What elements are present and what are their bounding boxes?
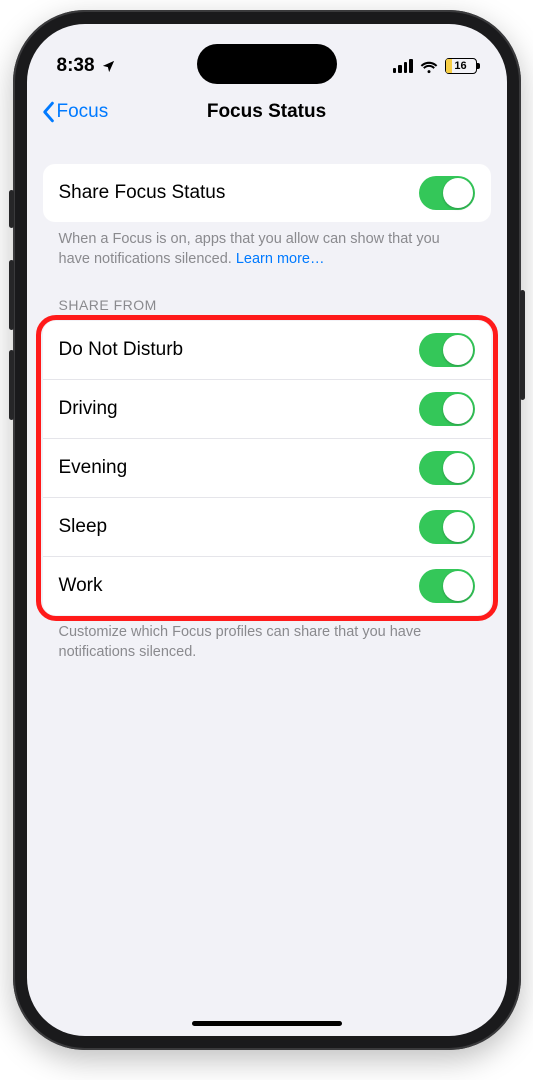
do-not-disturb-toggle[interactable] xyxy=(419,333,475,367)
share-from-row-do-not-disturb[interactable]: Do Not Disturb xyxy=(43,321,491,379)
share-from-label: Do Not Disturb xyxy=(59,339,184,361)
power-button xyxy=(520,290,525,400)
evening-toggle[interactable] xyxy=(419,451,475,485)
share-from-group: Do Not Disturb Driving Evening Slee xyxy=(43,321,491,615)
share-focus-status-row[interactable]: Share Focus Status xyxy=(43,164,491,222)
share-focus-status-footer: When a Focus is on, apps that you allow … xyxy=(43,222,491,269)
learn-more-link[interactable]: Learn more… xyxy=(236,251,325,267)
status-time: 8:38 xyxy=(57,55,95,77)
dynamic-island xyxy=(197,44,337,84)
home-indicator[interactable] xyxy=(192,1021,342,1026)
battery-percent: 16 xyxy=(446,60,476,72)
volume-down-button xyxy=(9,350,14,420)
back-button[interactable]: Focus xyxy=(41,101,207,123)
nav-header: Focus Focus Status xyxy=(27,88,507,136)
share-from-label: Driving xyxy=(59,398,118,420)
share-from-row-evening[interactable]: Evening xyxy=(43,438,491,497)
share-from-row-work[interactable]: Work xyxy=(43,556,491,615)
work-toggle[interactable] xyxy=(419,569,475,603)
share-focus-status-toggle[interactable] xyxy=(419,176,475,210)
share-focus-status-group: Share Focus Status xyxy=(43,164,491,222)
share-from-label: Work xyxy=(59,575,103,597)
sleep-toggle[interactable] xyxy=(419,510,475,544)
share-from-row-sleep[interactable]: Sleep xyxy=(43,497,491,556)
volume-up-button xyxy=(9,260,14,330)
back-label: Focus xyxy=(57,101,109,123)
share-from-row-driving[interactable]: Driving xyxy=(43,379,491,438)
wifi-icon xyxy=(419,59,439,74)
share-focus-status-label: Share Focus Status xyxy=(59,182,226,204)
chevron-left-icon xyxy=(41,101,55,123)
driving-toggle[interactable] xyxy=(419,392,475,426)
location-icon xyxy=(101,59,116,74)
share-from-header: SHARE FROM xyxy=(43,269,491,321)
mute-switch xyxy=(9,190,14,228)
share-from-label: Sleep xyxy=(59,516,108,538)
share-from-footer: Customize which Focus profiles can share… xyxy=(43,615,491,662)
screen: 8:38 16 xyxy=(27,24,507,1036)
battery-icon: 16 xyxy=(445,58,477,74)
cellular-icon xyxy=(393,59,413,73)
page-title: Focus Status xyxy=(207,101,326,123)
share-from-label: Evening xyxy=(59,457,128,479)
iphone-frame: 8:38 16 xyxy=(13,10,521,1050)
